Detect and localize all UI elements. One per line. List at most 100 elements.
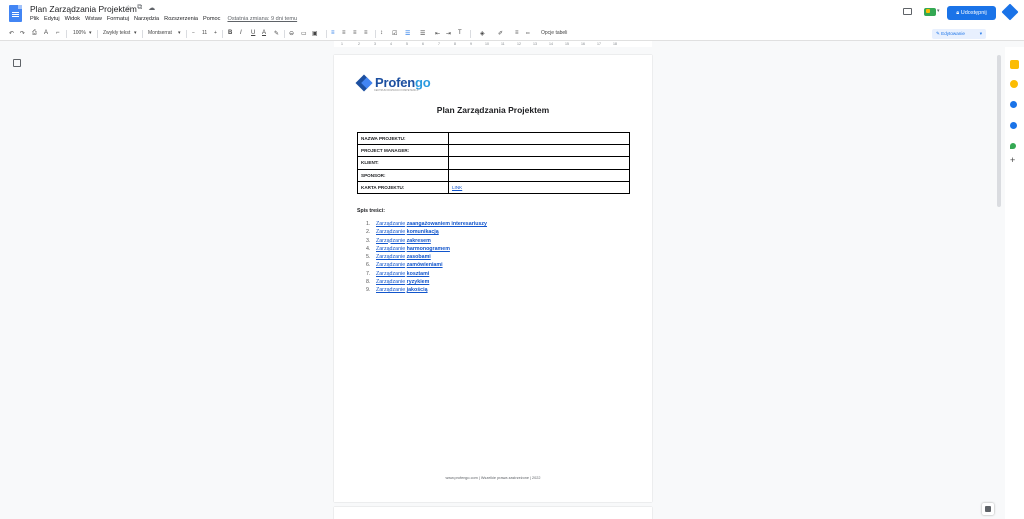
tasks-icon[interactable] [1010, 101, 1017, 108]
document-title[interactable]: Plan Zarządzania Projektem [30, 4, 137, 14]
table-value-cell[interactable]: LINK [448, 180, 630, 194]
font-size-decrease[interactable]: − [192, 30, 195, 36]
comment-add-icon[interactable]: ▭ [301, 30, 307, 37]
bold-button[interactable]: B [228, 30, 232, 36]
document-page-next[interactable] [334, 507, 652, 519]
document-outline-icon[interactable] [13, 59, 21, 67]
checklist-icon[interactable]: ☑ [392, 30, 397, 37]
vertical-scrollbar[interactable] [997, 55, 1001, 207]
document-page[interactable]: Profengo CENTRUM ROZWOJU KOMPETENCJI Pla… [334, 55, 652, 502]
star-icon[interactable]: ☆ [125, 4, 131, 12]
indent-decrease-icon[interactable]: ⇤ [435, 30, 440, 37]
toc-link-topic[interactable]: kosztami [407, 271, 430, 277]
toc-link-prefix[interactable]: Zarządzanie [376, 262, 405, 268]
menu-insert[interactable]: Wstaw [85, 16, 102, 22]
chevron-down-icon[interactable]: ▾ [178, 30, 181, 36]
horizontal-ruler[interactable]: 1 2 3 4 5 6 7 8 9 10 11 12 13 14 15 16 1… [334, 41, 652, 47]
table-options-button[interactable]: Opcje tabeli [541, 30, 567, 36]
account-avatar[interactable] [1001, 3, 1019, 21]
toc-link-prefix[interactable]: Zarządzanie [376, 279, 405, 285]
highlight-icon[interactable]: ✎ [274, 30, 279, 37]
line-spacing-icon[interactable]: ↕ [380, 30, 383, 36]
toc-link-prefix[interactable]: Zarządzanie [376, 246, 405, 252]
toc-link-topic[interactable]: ryzykiem [407, 279, 430, 285]
maps-icon[interactable] [1010, 143, 1016, 149]
menu-file[interactable]: Plik [30, 16, 39, 22]
explore-button[interactable] [982, 503, 994, 515]
menu-help[interactable]: Pomoc [203, 16, 220, 22]
menu-tools[interactable]: Narzędzia [134, 16, 159, 22]
align-center-icon[interactable]: ≡ [342, 30, 346, 36]
image-icon[interactable]: ▣ [312, 30, 318, 37]
table-label[interactable]: KARTA PROJEKTU: [357, 180, 449, 194]
chevron-down-icon[interactable]: ▾ [89, 30, 92, 36]
indent-increase-icon[interactable]: ⇥ [446, 30, 451, 37]
toc-link-topic[interactable]: zaangażowaniem interesariuszy [407, 221, 487, 227]
menu-extensions[interactable]: Rozszerzenia [164, 16, 198, 22]
calendar-icon[interactable] [1010, 80, 1018, 88]
table-label[interactable]: PROJECT MANAGER: [357, 144, 449, 158]
italic-button[interactable]: I [240, 30, 242, 36]
border-dash-icon[interactable]: ┅ [526, 30, 530, 37]
editing-mode-button[interactable]: ✎ Edytowanie ▾ [932, 29, 986, 39]
font-select[interactable]: Montserrat [148, 30, 172, 36]
numbered-list-icon[interactable]: ☰ [405, 30, 410, 37]
zoom-select[interactable]: 100% [73, 30, 86, 36]
text-color-button[interactable]: A [262, 30, 266, 36]
redo-icon[interactable]: ↷ [20, 30, 25, 37]
border-width-icon[interactable]: ≡ [515, 30, 519, 36]
table-value[interactable] [448, 144, 630, 158]
toc-link-prefix[interactable]: Zarządzanie [376, 287, 405, 293]
project-card-link[interactable]: LINK [452, 185, 462, 190]
table-label[interactable]: KLIENT: [357, 156, 449, 170]
toc-link-topic[interactable]: zamówieniami [407, 262, 443, 268]
table-value[interactable] [448, 131, 630, 146]
toc-link-prefix[interactable]: Zarządzanie [376, 238, 405, 244]
toc-link-topic[interactable]: harmonogramem [407, 246, 450, 252]
add-addon-icon[interactable]: + [1010, 155, 1015, 165]
chevron-down-icon[interactable]: ▾ [937, 8, 940, 14]
toc-link-topic[interactable]: zasobami [407, 254, 431, 260]
font-size-input[interactable]: 11 [202, 30, 207, 36]
meet-icon[interactable] [924, 8, 936, 16]
comments-icon[interactable] [903, 8, 912, 15]
link-icon[interactable]: ⊖ [289, 30, 294, 37]
style-select[interactable]: Zwykły tekst [103, 30, 130, 36]
chevron-down-icon[interactable]: ▾ [134, 30, 137, 36]
menu-format[interactable]: Formatuj [107, 16, 129, 22]
contacts-icon[interactable] [1010, 122, 1017, 129]
cell-background-icon[interactable]: ◈ [480, 30, 485, 37]
toc-link-prefix[interactable]: Zarządzanie [376, 229, 405, 235]
toc-link-topic[interactable]: komunikacją [407, 229, 439, 235]
toc-link-topic[interactable]: zakresem [407, 238, 431, 244]
cloud-saved-icon[interactable]: ☁ [148, 4, 155, 12]
project-info-table[interactable]: NAZWA PROJEKTU: PROJECT MANAGER: KLIENT:… [357, 131, 630, 194]
border-color-icon[interactable]: ✐ [498, 30, 503, 37]
spellcheck-icon[interactable]: A [44, 30, 48, 36]
undo-icon[interactable]: ↶ [9, 30, 14, 37]
last-edit-link[interactable]: Ostatnia zmiana: 9 dni temu [227, 16, 297, 22]
paint-format-icon[interactable]: ⌐ [56, 30, 60, 36]
align-justify-icon[interactable]: ≡ [364, 30, 368, 36]
docs-logo-icon[interactable] [9, 5, 22, 22]
font-size-increase[interactable]: + [214, 30, 217, 36]
toc-link-prefix[interactable]: Zarządzanie [376, 271, 405, 277]
toc-link-prefix[interactable]: Zarządzanie [376, 221, 405, 227]
toc-link-topic[interactable]: jakością [407, 287, 428, 293]
align-right-icon[interactable]: ≡ [353, 30, 357, 36]
menu-view[interactable]: Widok [65, 16, 81, 22]
menu-edit[interactable]: Edytuj [44, 16, 60, 22]
table-label[interactable]: NAZWA PROJEKTU: [357, 131, 449, 146]
underline-button[interactable]: U [251, 30, 255, 36]
toc-link-prefix[interactable]: Zarządzanie [376, 254, 405, 260]
table-value[interactable] [448, 168, 630, 182]
align-left-icon[interactable]: ≡ [331, 30, 335, 36]
table-label[interactable]: SPONSOR: [357, 168, 449, 182]
keep-icon[interactable] [1010, 60, 1019, 69]
share-button[interactable]: 🔒︎ Udostępnij [947, 6, 996, 20]
print-icon[interactable]: ⎙ [32, 30, 37, 37]
table-value[interactable] [448, 156, 630, 170]
clear-formatting-icon[interactable]: T [458, 30, 462, 36]
bulleted-list-icon[interactable]: ☰ [420, 30, 425, 37]
move-folder-icon[interactable]: ⧉ [137, 4, 142, 12]
